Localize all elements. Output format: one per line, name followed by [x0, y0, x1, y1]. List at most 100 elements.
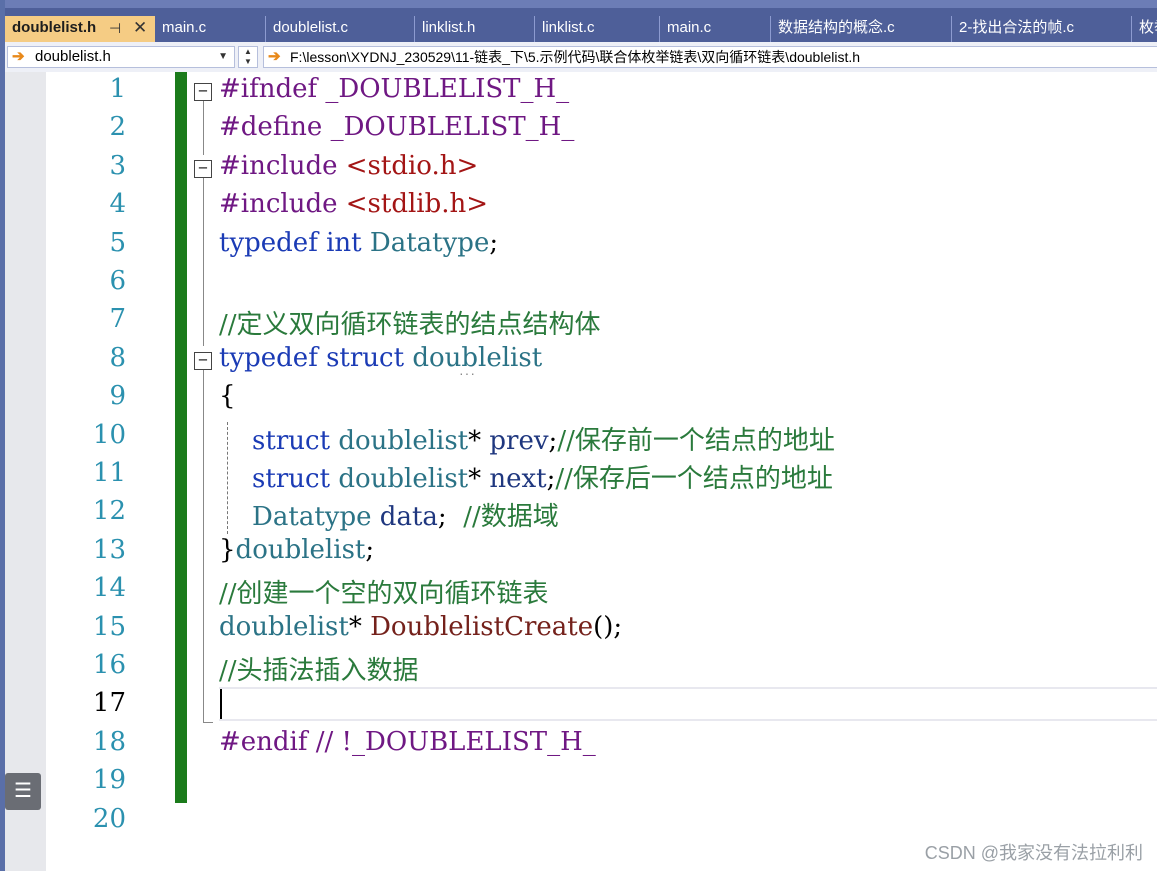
code-line: //创建一个空的双向循环链表	[219, 573, 549, 610]
code-line: struct doublelist* next;//保存后一个结点的地址	[219, 458, 833, 495]
tab-label: main.c	[667, 19, 712, 36]
code-token: _DOUBLELIST_H_	[325, 74, 570, 104]
tab-linklist-c[interactable]: linklist.c	[535, 16, 660, 42]
code-token: data	[379, 502, 438, 533]
code-token: ;	[489, 227, 499, 258]
code-token: *	[468, 425, 490, 456]
code-line: }doublelist;	[219, 535, 374, 565]
line-number: 8	[109, 342, 126, 373]
collapse-icon[interactable]: −	[194, 160, 212, 178]
code-token: ;	[437, 502, 464, 533]
code-token: prev	[489, 425, 549, 456]
tab-main-c[interactable]: main.c	[155, 16, 266, 42]
line-number: 5	[109, 227, 126, 258]
chevron-down-icon[interactable]: ▼	[218, 47, 228, 67]
tab-main-c-2[interactable]: main.c	[660, 16, 771, 42]
window-top-edge	[5, 0, 1157, 8]
tab-doublelist-h[interactable]: doublelist.h ⊣ ✕	[5, 16, 155, 42]
line-number: 18	[92, 726, 126, 757]
arrow-right-icon: ➔	[12, 48, 25, 65]
code-token: ;	[548, 425, 558, 456]
line-number: 12	[92, 496, 126, 527]
tab-enum[interactable]: 枚举	[1132, 16, 1157, 42]
code-token: doublelist	[338, 425, 469, 456]
code-line: #include <stdlib.h>	[219, 189, 488, 219]
line-number: 7	[109, 304, 126, 335]
code-token: Datatype	[219, 502, 380, 533]
line-number: 14	[92, 573, 126, 604]
text-caret	[220, 689, 222, 719]
scope-dropdown[interactable]: ➔ doublelist.h ▼	[7, 46, 235, 68]
tab-data-structure-concept[interactable]: 数据结构的概念.c	[771, 16, 952, 42]
line-number: 17	[92, 688, 126, 719]
code-line: //头插法插入数据	[219, 650, 419, 687]
watermark: CSDN @我家没有法拉利利	[924, 843, 1143, 863]
code-line: typedef struct doublelist	[219, 343, 542, 373]
code-token: //保存后一个结点的地址	[555, 464, 833, 494]
line-number: 15	[92, 611, 126, 642]
code-line: doublelist* DoublelistCreate();	[219, 612, 622, 642]
collapse-icon[interactable]: −	[194, 83, 212, 101]
line-number: 13	[92, 534, 126, 565]
line-number: 19	[92, 765, 126, 796]
close-icon[interactable]: ✕	[133, 16, 147, 40]
line-number: 2	[109, 112, 126, 143]
tab-label: doublelist.h	[12, 19, 97, 36]
fold-guide	[203, 101, 204, 155]
code-token: ();	[593, 611, 623, 642]
code-line: {	[219, 381, 236, 411]
collapse-icon[interactable]: −	[194, 352, 212, 370]
code-line: #include <stdio.h>	[219, 151, 478, 181]
line-number: 11	[92, 458, 126, 488]
code-line: Datatype data; //数据域	[219, 496, 559, 533]
code-token: struct	[326, 342, 413, 373]
code-token: *	[468, 464, 490, 494]
editor-gutter	[5, 72, 46, 871]
tab-label: linklist.c	[542, 19, 595, 36]
tab-bar: doublelist.h ⊣ ✕ main.c doublelist.c lin…	[5, 8, 1157, 42]
tab-label: linklist.h	[422, 19, 476, 36]
code-token: // !_DOUBLELIST_H_	[315, 726, 596, 757]
tab-doublelist-c[interactable]: doublelist.c	[266, 16, 415, 42]
code-token: doublelist	[412, 342, 543, 373]
tab-label: 数据结构的概念.c	[778, 19, 895, 36]
code-editor[interactable]: 1 2 3 4 5 6 7 8 9 10 11 12 13 14 15 16 17 18 19 20 − − − ··…	[5, 72, 1157, 871]
code-token: #endif	[219, 726, 316, 757]
tab-linklist-h[interactable]: linklist.h	[415, 16, 535, 42]
code-token: #ifndef	[219, 74, 326, 104]
code-line: struct doublelist* prev;//保存前一个结点的地址	[219, 420, 835, 457]
split-spinner[interactable]: ▲ ▼	[238, 46, 258, 68]
code-token: {	[219, 381, 236, 412]
code-line: #define _DOUBLELIST_H_	[219, 112, 574, 142]
pin-icon[interactable]: ⊣	[109, 16, 121, 40]
code-token: #define	[219, 112, 331, 143]
chevron-up-icon[interactable]: ▲	[239, 47, 257, 57]
code-token: #include	[219, 150, 346, 181]
code-token: DoublelistCreate	[370, 611, 594, 642]
code-token: int	[326, 227, 370, 258]
code-token: doublelist	[219, 611, 349, 642]
code-token: //保存前一个结点的地址	[557, 425, 835, 456]
code-token: ;	[365, 534, 375, 565]
code-token: typedef	[219, 342, 327, 373]
fold-guide	[203, 178, 204, 346]
code-token: //定义双向循环链表的结点结构体	[219, 310, 601, 341]
code-line: #ifndef _DOUBLELIST_H_	[219, 74, 569, 104]
code-token: //数据域	[463, 502, 559, 533]
code-token: }	[219, 534, 236, 565]
chevron-down-icon[interactable]: ▼	[239, 57, 257, 67]
tab-label: main.c	[162, 19, 207, 36]
line-number: 16	[92, 650, 126, 680]
code-line: typedef int Datatype;	[219, 228, 498, 258]
code-token: //头插法插入数据	[219, 656, 419, 686]
line-number: 9	[109, 381, 126, 412]
tab-find-valid-frame[interactable]: 2-找出合法的帧.c	[952, 16, 1132, 42]
file-path-dropdown[interactable]: ➔ F:\lesson\XYDNJ_230529\11-链表_下\5.示例代码\…	[263, 46, 1157, 68]
code-token: typedef	[219, 227, 327, 258]
navigation-bar: ➔ doublelist.h ▼ ▲ ▼ ➔ F:\lesson\XYDNJ_2…	[5, 42, 1157, 73]
tab-label: 枚举	[1139, 19, 1157, 36]
code-token: doublelist	[338, 464, 469, 494]
code-token: #include	[219, 189, 346, 220]
list-icon[interactable]: ☰	[5, 773, 41, 810]
line-number: 10	[92, 419, 126, 450]
